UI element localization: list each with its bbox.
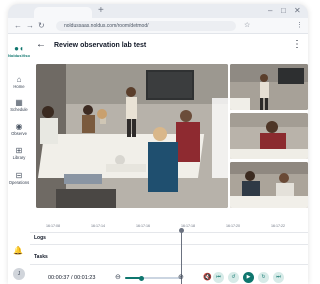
back-nav-icon[interactable]: ← (14, 21, 22, 30)
zoom-out-icon[interactable]: ⊖ (115, 273, 121, 282)
sidebar-item-home[interactable]: ⌂ Home (8, 75, 30, 89)
time-separator: / (70, 275, 73, 281)
timeline-tick-label: 16:17:22 (271, 224, 285, 228)
timeline-divider (30, 244, 308, 245)
browser-tab[interactable] (34, 7, 92, 18)
avatar[interactable]: J (13, 268, 25, 280)
forward-icon[interactable]: ↻ (258, 272, 269, 283)
library-icon: ⊞ (15, 146, 23, 155)
meeting-room-image (36, 64, 228, 208)
timeline-tick-label: 16:17:16 (136, 224, 150, 228)
timeline-tick-label: 16:17:14 (91, 224, 105, 228)
close-icon[interactable]: ✕ (294, 6, 301, 16)
mute-icon[interactable]: 🔇 (203, 273, 212, 282)
sidebar-item-label: Schedule (10, 107, 28, 112)
timeline-row-tasks: Tasks (34, 254, 48, 260)
skip-start-icon[interactable]: ⏮ (213, 272, 224, 283)
zoom-slider[interactable] (125, 275, 181, 281)
sidebar-item-label: Home (13, 84, 25, 89)
address-bar: ← → ↻ noldussaas.noldus.com/room/detmod/… (8, 18, 308, 34)
maximize-icon[interactable]: □ (281, 6, 286, 16)
timeline-row-logs: Logs (34, 235, 46, 241)
more-options-icon[interactable]: ⋮ (292, 39, 302, 51)
playhead-handle[interactable] (179, 228, 184, 233)
logo-mark: ●◖ (14, 44, 24, 53)
table-view-image (230, 162, 308, 208)
main-video-feed[interactable] (36, 64, 228, 208)
sidebar-item-label: Operations (8, 180, 30, 185)
timeline-divider (30, 232, 308, 233)
calendar-icon: ▦ (15, 98, 23, 107)
timeline-divider (30, 264, 308, 265)
presenter-image (230, 64, 308, 110)
back-icon[interactable]: ← (36, 39, 46, 51)
current-time: 00:00:37 (48, 275, 70, 281)
forward-nav-icon[interactable]: → (26, 21, 34, 30)
browser-window: + – □ ✕ ← → ↻ noldussaas.noldus.com/room… (8, 4, 308, 284)
playback-controls: 00:00:37 / 00:01:23 ⊖ ⊕ 🔇 ⏮ ↺ ▶ ↻ ⏭ (30, 272, 308, 284)
time-readout: 00:00:37 / 00:01:23 (48, 274, 95, 282)
timeline-tick-label: 16:17:08 (46, 224, 60, 228)
timeline-tick-label: 16:17:20 (226, 224, 240, 228)
sidebar-item-library[interactable]: ⊞ Library (8, 146, 30, 160)
app-area: ●◖ NoldusViso ⌂ Home ▦ Schedule ◉ Observe ⊞ Lib… (8, 34, 308, 284)
skip-end-icon[interactable]: ⏭ (273, 272, 284, 283)
zoom-in-icon[interactable]: ⊕ (178, 273, 184, 282)
sidebar-item-schedule[interactable]: ▦ Schedule (8, 98, 30, 112)
camera-thumbnail[interactable] (230, 113, 308, 159)
page-title: Review observation lab test (54, 42, 147, 49)
sidebar-item-operations[interactable]: ⊟ Operations (8, 171, 30, 185)
sidebar: ●◖ NoldusViso ⌂ Home ▦ Schedule ◉ Observe ⊞ Lib… (8, 34, 30, 284)
eye-icon: ◉ (15, 122, 23, 131)
total-time: 00:01:23 (74, 275, 96, 281)
main-content: ← Review observation lab test ⋮ 16:17:08… (30, 34, 308, 284)
sidebar-item-label: Library (12, 155, 26, 160)
bell-icon[interactable]: 🔔 (13, 246, 23, 255)
rewind-icon[interactable]: ↺ (228, 272, 239, 283)
browser-menu-icon[interactable]: ⋮ (296, 21, 303, 30)
page-header: ← Review observation lab test ⋮ (30, 34, 308, 58)
sidebar-item-observe[interactable]: ◉ Observe (8, 122, 30, 136)
logo-text: NoldusViso (8, 53, 30, 58)
operations-icon: ⊟ (15, 171, 23, 180)
tab-bar: + – □ ✕ (8, 4, 308, 18)
new-tab-icon[interactable]: + (98, 5, 104, 17)
home-icon: ⌂ (16, 75, 22, 84)
participant-image (230, 113, 308, 159)
camera-thumbnail[interactable] (230, 162, 308, 208)
sidebar-item-label: Observe (11, 131, 27, 136)
logo: ●◖ NoldusViso (8, 44, 30, 59)
play-icon[interactable]: ▶ (243, 272, 254, 283)
url-field[interactable]: noldussaas.noldus.com/room/detmod/ (56, 21, 236, 31)
bookmark-icon[interactable]: ☆ (244, 21, 250, 30)
reload-icon[interactable]: ↻ (38, 21, 45, 30)
minimize-icon[interactable]: – (268, 6, 272, 16)
timeline-ticks: 16:17:08 16:17:14 16:17:16 16:17:18 16:17:20… (46, 224, 308, 232)
camera-thumbnail[interactable] (230, 64, 308, 110)
